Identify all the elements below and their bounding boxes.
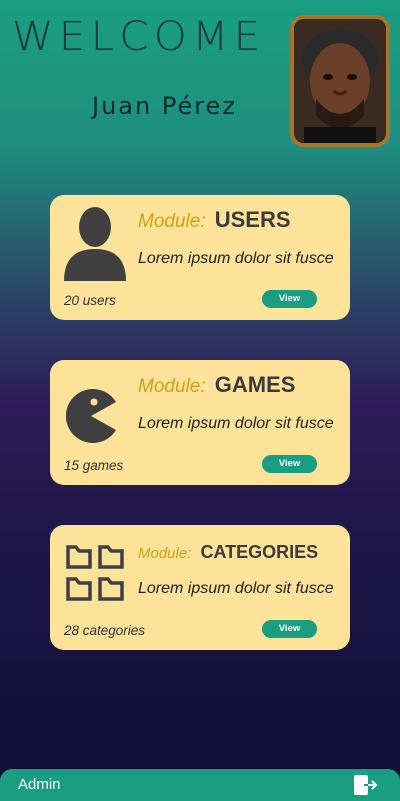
module-card-users: Module: USERS Lorem ipsum dolor sit fusc…	[50, 195, 350, 320]
view-games-button[interactable]: View	[262, 455, 317, 473]
view-users-button[interactable]: View	[262, 290, 317, 308]
module-name: GAMES	[214, 372, 296, 397]
welcome-heading: WELCOME	[12, 14, 266, 60]
view-categories-button[interactable]: View	[262, 620, 317, 638]
module-count: 28 categories	[64, 623, 146, 638]
module-card-categories: Module: CATEGORIES Lorem ipsum dolor sit…	[50, 525, 350, 650]
module-card-games: Module: GAMES Lorem ipsum dolor sit fusc…	[50, 360, 350, 485]
pacman-icon	[62, 370, 128, 448]
module-label: Module:	[138, 376, 206, 397]
admin-label: Admin	[18, 776, 61, 793]
user-name: Juan Pérez	[92, 92, 237, 120]
module-description: Lorem ipsum dolor sit fusce	[138, 250, 334, 267]
user-icon	[62, 205, 128, 283]
module-name: CATEGORIES	[200, 542, 319, 562]
avatar	[290, 15, 390, 147]
folders-icon	[62, 535, 128, 613]
module-description: Lorem ipsum dolor sit fusce	[138, 415, 334, 432]
module-count: 20 users	[64, 293, 116, 308]
module-label: Module:	[138, 545, 192, 562]
footer-bar: Admin	[0, 769, 400, 800]
module-name: USERS	[214, 207, 291, 232]
module-description: Lorem ipsum dolor sit fusce	[138, 580, 334, 597]
module-count: 15 games	[64, 458, 124, 473]
logout-icon[interactable]	[352, 773, 378, 797]
module-label: Module:	[138, 211, 206, 232]
